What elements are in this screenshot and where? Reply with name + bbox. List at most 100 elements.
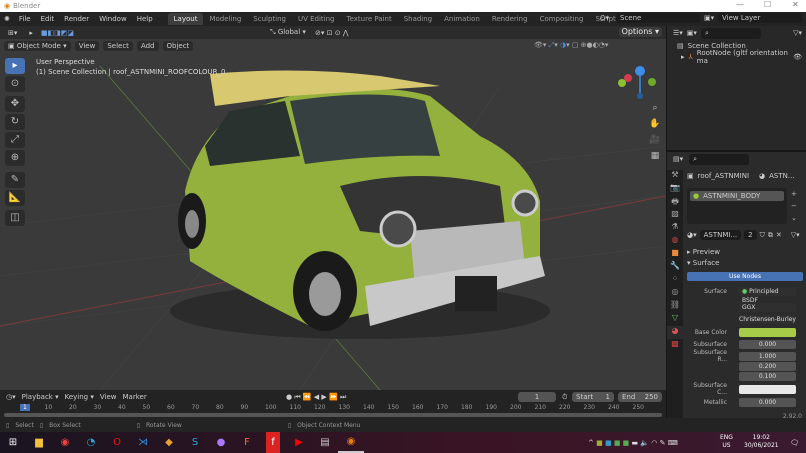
- edge-icon[interactable]: ◔: [78, 432, 104, 453]
- git-icon[interactable]: ◆: [156, 432, 182, 453]
- files-icon[interactable]: ▤: [312, 432, 338, 453]
- distribution-dropdown[interactable]: GGX: [739, 303, 796, 312]
- menu-render[interactable]: Render: [59, 15, 94, 23]
- particles-tab-icon[interactable]: ⁘: [667, 274, 683, 287]
- base-color-field[interactable]: [739, 328, 796, 337]
- view-layer-field[interactable]: View Layer: [718, 13, 802, 23]
- camera-icon[interactable]: 🎥: [648, 132, 662, 148]
- frame-ruler[interactable]: 1102030405060708090100110120130140150160…: [0, 404, 666, 412]
- filter-icon[interactable]: ▽▾: [793, 29, 802, 37]
- physics-tab-icon[interactable]: ◎: [667, 287, 683, 300]
- transform-orientation[interactable]: ⤡ Global ▾: [270, 28, 306, 37]
- unlink-icon[interactable]: ✕: [776, 231, 782, 239]
- properties-search-input[interactable]: ⌕: [689, 154, 749, 165]
- menu-help[interactable]: Help: [132, 15, 158, 23]
- outliner-item[interactable]: ▸ ⅄ RootNode (gltf orientation ma 👁: [667, 51, 806, 62]
- move-tool[interactable]: ✥: [5, 96, 25, 112]
- material-datablock[interactable]: ◕▾ ASTNMI... 2 ⛉ ⧉ ✕ ▽▾: [687, 230, 800, 240]
- tab-sculpting[interactable]: Sculpting: [247, 13, 292, 25]
- options-dropdown[interactable]: Options ▾: [619, 27, 662, 37]
- 3d-viewport[interactable]: ⊞▾ ▸ ■◧◨◩◪ ⤡ Global ▾ ⊘▾ ⊡ ⊙ ⋀ Options ▾…: [0, 26, 666, 390]
- scene-field[interactable]: Scene: [616, 13, 700, 23]
- playback-controls[interactable]: ● ⏮ ⏪ ◀ ▶ ⏩ ⏭: [286, 393, 346, 402]
- stopwatch-icon[interactable]: ⏱: [562, 393, 567, 402]
- modifier-tab-icon[interactable]: 🔧: [667, 261, 683, 274]
- scene-icon[interactable]: ⛭▾: [600, 14, 609, 23]
- maximize-button[interactable]: ☐: [764, 0, 771, 9]
- subsurface-field[interactable]: 0.000: [739, 340, 796, 349]
- timeline-editor-icon[interactable]: ◷▾: [6, 393, 16, 401]
- menu-playback[interactable]: Playback ▾: [22, 393, 59, 401]
- blender-menu-icon[interactable]: ✺: [4, 15, 10, 23]
- duplicate-icon[interactable]: ⧉: [768, 231, 773, 240]
- end-frame-field[interactable]: End 250: [618, 392, 662, 402]
- scale-tool[interactable]: ⤢: [5, 132, 25, 148]
- cursor-tool[interactable]: ⊙: [5, 76, 25, 92]
- visibility-eye-icon[interactable]: 👁: [793, 53, 802, 61]
- menu-window[interactable]: Window: [94, 15, 132, 23]
- tab-shading[interactable]: Shading: [398, 13, 438, 25]
- world-tab-icon[interactable]: ◍: [667, 235, 683, 248]
- metallic-field[interactable]: 0.000: [739, 398, 796, 407]
- view-layer-tab-icon[interactable]: ▨: [667, 209, 683, 222]
- grid-ortho-icon[interactable]: ▦: [648, 148, 662, 164]
- display-mode-icon[interactable]: ☰▾: [673, 29, 683, 37]
- output-tab-icon[interactable]: 🖶: [667, 196, 683, 209]
- gradient-app-icon[interactable]: ●: [208, 432, 234, 453]
- menu-marker[interactable]: Marker: [123, 393, 147, 401]
- subsurface-color-field[interactable]: [739, 385, 796, 394]
- system-tray-icons[interactable]: ^ ■ ■ ■ ■ ▬ 🔈 ◠ ✎ ⌨: [588, 439, 678, 447]
- select-box-tool[interactable]: ▸: [5, 58, 25, 74]
- scene-tab-icon[interactable]: ⚗: [667, 222, 683, 235]
- filter-view-icon[interactable]: ▣▾: [687, 29, 697, 37]
- annotate-tool[interactable]: ✎: [5, 172, 25, 188]
- snap-pivot-icons[interactable]: ⊘▾ ⊡ ⊙ ⋀: [315, 29, 349, 37]
- tab-rendering[interactable]: Rendering: [486, 13, 534, 25]
- subsurface-radius-z[interactable]: 0.100: [739, 372, 796, 381]
- subsurface-method-dropdown[interactable]: Christensen-Burley: [739, 315, 796, 324]
- material-slot[interactable]: ● ASTNMINI_BODY: [690, 191, 784, 201]
- tool-tab-icon[interactable]: ⚒: [667, 170, 683, 183]
- tab-modeling[interactable]: Modeling: [203, 13, 247, 25]
- tab-animation[interactable]: Animation: [438, 13, 486, 25]
- object-tab-icon[interactable]: ■: [667, 248, 683, 261]
- pan-hand-icon[interactable]: ✋: [648, 116, 662, 132]
- menu-file[interactable]: File: [14, 15, 36, 23]
- clock[interactable]: 19:02 30/06/2021: [744, 434, 779, 450]
- material-tab-icon[interactable]: ◕: [667, 326, 683, 339]
- rotate-tool[interactable]: ↻: [5, 114, 25, 130]
- chrome-icon[interactable]: ◉: [52, 432, 78, 453]
- tab-texture-paint[interactable]: Texture Paint: [341, 13, 398, 25]
- foxit-icon[interactable]: f: [266, 432, 280, 453]
- minimize-button[interactable]: —: [736, 0, 744, 9]
- opera-icon[interactable]: O: [104, 432, 130, 453]
- menu-keying[interactable]: Keying ▾: [65, 393, 94, 401]
- tab-layout[interactable]: Layout: [168, 13, 204, 25]
- slot-specials-button[interactable]: ⌄: [791, 212, 797, 224]
- use-nodes-button[interactable]: Use Nodes: [687, 272, 803, 281]
- render-tab-icon[interactable]: 📷: [667, 183, 683, 196]
- expand-arrow-icon[interactable]: ▸: [681, 53, 685, 61]
- file-explorer-icon[interactable]: ▆: [26, 432, 52, 453]
- notifications-icon[interactable]: 🗨: [790, 439, 799, 447]
- browse-material-icon[interactable]: ◕▾: [687, 231, 697, 239]
- subsurface-radius-y[interactable]: 0.200: [739, 362, 796, 371]
- youtube-icon[interactable]: ▶: [286, 432, 312, 453]
- figma-icon[interactable]: F: [234, 432, 260, 453]
- measure-tool[interactable]: 📐: [5, 190, 25, 206]
- transform-tool[interactable]: ⊕: [5, 150, 25, 166]
- vscode-icon[interactable]: ⋊: [130, 432, 156, 453]
- surface-shader-field[interactable]: ● Principled BSDF: [739, 287, 796, 296]
- add-slot-button[interactable]: +: [791, 188, 797, 200]
- view-layer-icon[interactable]: ▣▾: [704, 14, 714, 22]
- start-frame-field[interactable]: Start 1: [572, 392, 614, 402]
- editor-type-button[interactable]: ⊞▾: [4, 28, 21, 38]
- blender-taskbar-icon[interactable]: ◉: [338, 432, 364, 453]
- texture-tab-icon[interactable]: ▩: [667, 339, 683, 352]
- outliner-search-input[interactable]: ⌕: [701, 28, 761, 39]
- start-icon[interactable]: ⊞: [0, 432, 26, 453]
- material-slot-list[interactable]: ● ASTNMINI_BODY: [687, 188, 787, 224]
- current-frame-field[interactable]: 1: [518, 392, 556, 402]
- surface-panel-header[interactable]: ▾ Surface: [687, 259, 719, 267]
- editor-type-icon[interactable]: ▤▾: [673, 155, 683, 163]
